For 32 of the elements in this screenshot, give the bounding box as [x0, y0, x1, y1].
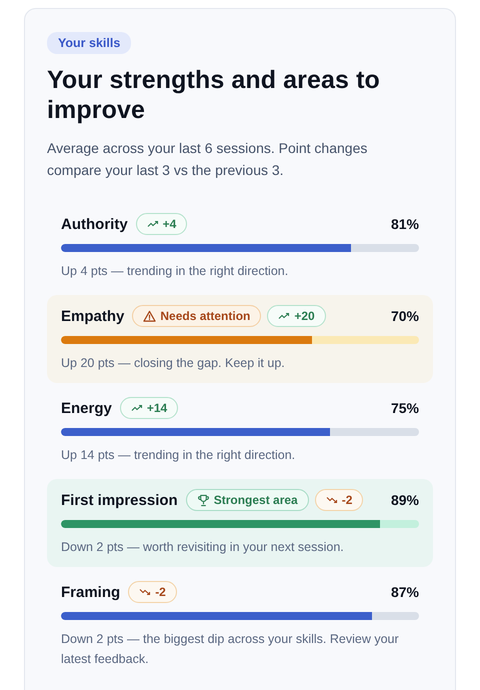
trend-down-icon — [139, 588, 152, 596]
skill-note: Down 2 pts — the biggest dip across your skills. Review your latest feedback. — [61, 631, 400, 668]
skill-note: Up 20 pts — closing the gap. Keep it up. — [61, 355, 286, 372]
skill-note: Up 4 pts — trending in the right direction. — [61, 263, 290, 280]
skill-percent: 75% — [390, 400, 419, 416]
skill-percent: 81% — [390, 216, 419, 232]
change-badge: -2 — [128, 581, 177, 603]
skill-name: Energy — [61, 400, 112, 416]
skill-note: Up 14 pts — trending in the right direction. — [61, 447, 296, 464]
skill-percent: 70% — [390, 308, 419, 324]
card-subtitle: Average across your last 6 sessions. Point changes compare your last 3 vs the previous 3. — [47, 139, 368, 180]
section-tag: Your skills — [47, 32, 132, 54]
card-title: Your strengths and areas to improve — [47, 65, 381, 125]
trend-up-icon — [278, 312, 290, 320]
status-badge: Strongest area — [186, 489, 309, 511]
skill-name: First impression — [61, 492, 178, 508]
change-badge: +14 — [120, 397, 178, 419]
trend-up-icon — [130, 404, 143, 412]
trophy-icon — [196, 494, 210, 506]
skill-name: Empathy — [61, 308, 124, 324]
change-badge: +4 — [136, 213, 188, 235]
skill-name: Framing — [61, 584, 120, 600]
skill-percent: 87% — [390, 584, 419, 600]
skill-percent: 89% — [390, 492, 419, 508]
change-badge: -2 — [314, 489, 364, 511]
trend-up-icon — [146, 220, 159, 228]
skill-note: Down 2 pts — worth revisiting in your next session. — [61, 539, 345, 556]
warning-icon — [143, 310, 156, 322]
change-badge: +20 — [267, 305, 326, 327]
skill-name: Authority — [61, 216, 128, 232]
trend-down-icon — [326, 496, 338, 504]
status-badge: Needs attention — [132, 305, 262, 327]
